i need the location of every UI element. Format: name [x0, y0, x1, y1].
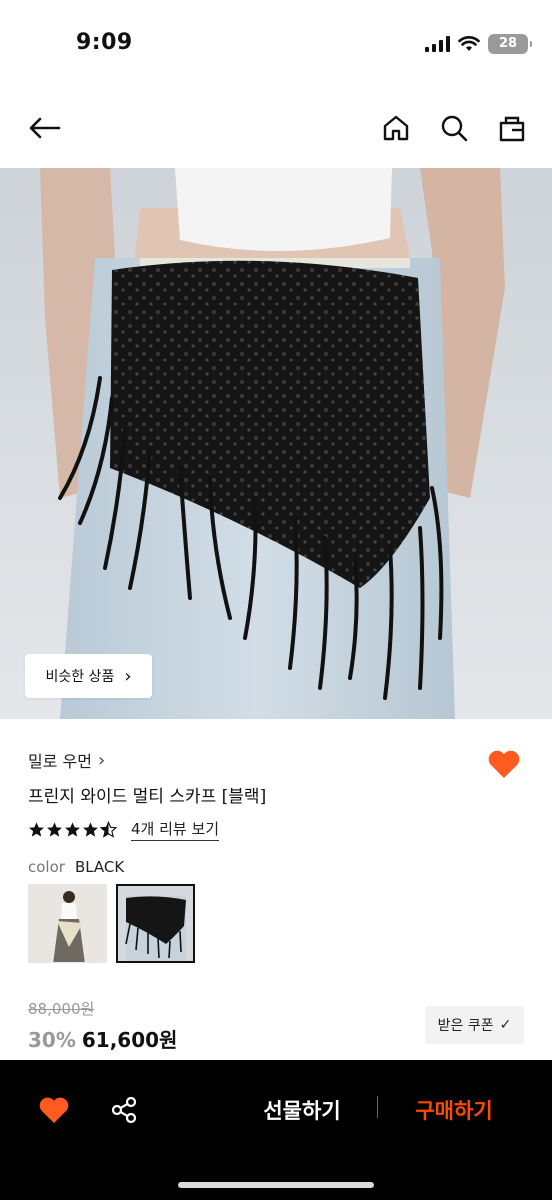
home-icon — [383, 115, 409, 141]
home-indicator — [178, 1182, 374, 1188]
color-option-thumbnail[interactable] — [28, 884, 107, 963]
star-icon — [65, 822, 80, 837]
nav-bar — [0, 96, 552, 160]
share-button[interactable] — [104, 1090, 144, 1130]
sale-price: 61,600원 — [81, 1028, 178, 1052]
wishlist-button[interactable] — [484, 744, 524, 784]
check-icon: ✓ — [499, 1017, 512, 1033]
divider — [377, 1096, 378, 1118]
search-button[interactable] — [434, 108, 474, 148]
color-value: BLACK — [74, 858, 125, 876]
brand-name: 밀로 우먼 — [28, 752, 92, 771]
similar-products-label: 비슷한 상품 — [45, 669, 115, 685]
shopping-bag-icon — [499, 116, 525, 142]
coupon-button[interactable]: 받은 쿠폰 ✓ — [425, 1006, 524, 1044]
price-row: 30% 61,600원 — [28, 1024, 177, 1053]
cellular-signal-icon — [425, 36, 450, 52]
product-photo — [0, 168, 552, 719]
wifi-icon — [458, 36, 480, 51]
coupon-label: 받은 쿠폰 — [437, 1018, 494, 1034]
back-arrow-icon — [29, 117, 61, 139]
review-link[interactable]: 4개 리뷰 보기 — [131, 818, 220, 841]
battery-icon: 28 — [488, 34, 532, 54]
rating-row: 4개 리뷰 보기 — [28, 818, 220, 841]
status-time: 9:09 — [76, 30, 133, 55]
half-star-icon — [100, 821, 117, 838]
bottom-wishlist-button[interactable] — [34, 1090, 74, 1130]
heart-icon — [39, 1097, 69, 1124]
chevron-right-icon: › — [124, 665, 132, 687]
star-icon — [47, 822, 62, 837]
color-label: color — [28, 858, 65, 876]
star-rating — [28, 821, 117, 838]
product-name: 프린지 와이드 멀티 스카프 [블랙] — [28, 787, 267, 807]
color-row: color BLACK — [28, 858, 124, 876]
gift-button[interactable]: 선물하기 — [240, 1090, 364, 1130]
star-icon — [29, 822, 44, 837]
color-options — [28, 884, 195, 963]
home-button[interactable] — [376, 108, 416, 148]
chevron-right-icon: › — [97, 749, 106, 771]
share-icon — [111, 1096, 137, 1124]
discount-rate: 30% — [28, 1028, 76, 1052]
status-bar: 9:09 28 — [0, 0, 552, 90]
heart-icon — [488, 750, 520, 778]
status-indicators: 28 — [425, 34, 532, 54]
thumbnail-image — [29, 885, 106, 962]
star-icon — [83, 822, 98, 837]
thumbnail-image — [118, 886, 193, 961]
cart-button[interactable] — [492, 108, 532, 148]
buy-button[interactable]: 구매하기 — [394, 1090, 514, 1130]
back-button[interactable] — [24, 108, 64, 148]
similar-products-button[interactable]: 비슷한 상품 › — [25, 654, 152, 698]
original-price: 88,000원 — [28, 1000, 95, 1018]
brand-link[interactable]: 밀로 우먼 › — [28, 748, 105, 772]
bottom-action-bar: 선물하기 구매하기 — [0, 1060, 552, 1200]
product-image[interactable]: 비슷한 상품 › — [0, 168, 552, 719]
color-option-thumbnail-selected[interactable] — [116, 884, 195, 963]
search-icon — [441, 115, 468, 142]
